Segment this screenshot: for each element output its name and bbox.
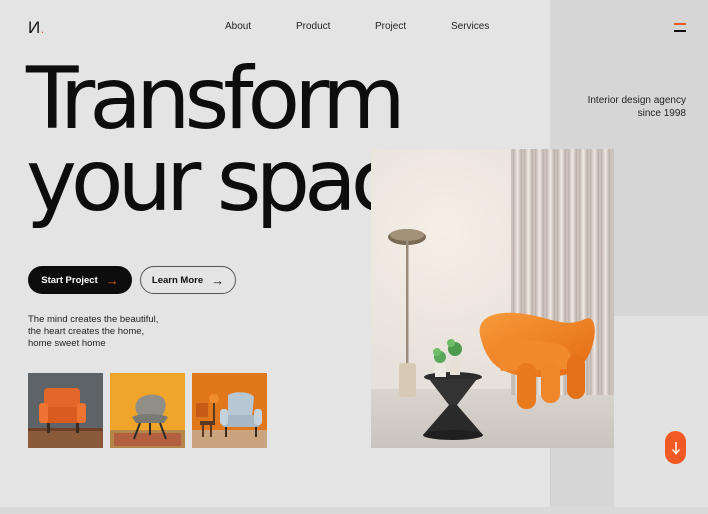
agency-info: Interior design agency since 1998 [526, 94, 686, 120]
learn-more-button[interactable]: Learn More → [140, 266, 236, 294]
featured-interior-image [371, 149, 614, 448]
nav-link-about[interactable]: About [225, 21, 251, 32]
bottom-strip [0, 507, 708, 514]
nav-link-project[interactable]: Project [375, 21, 406, 32]
thumbnail-blue-armchair[interactable] [192, 373, 267, 448]
hamburger-menu-icon[interactable] [674, 23, 686, 32]
agency-line-2: since 1998 [637, 108, 686, 119]
brand-logo[interactable]: И. [28, 18, 44, 38]
start-project-button[interactable]: Start Project → [28, 266, 132, 294]
nav-link-product[interactable]: Product [296, 21, 330, 32]
menu-line-bottom [674, 30, 686, 32]
scroll-down-button[interactable] [665, 431, 686, 464]
right-panel-lower-background [614, 316, 708, 514]
nav-link-services[interactable]: Services [451, 21, 489, 32]
learn-more-label: Learn More [151, 274, 204, 286]
hero-title-line-1: Transform [26, 49, 406, 149]
thumbnail-orange-armchair[interactable] [28, 373, 103, 448]
logo-letter: И [28, 18, 40, 37]
arrow-right-icon: → [105, 272, 119, 288]
arrow-right-icon: → [211, 272, 225, 288]
agency-line-1: Interior design agency [587, 95, 686, 106]
thumbnail-grey-lounge-chair[interactable] [110, 373, 185, 448]
menu-line-top [674, 23, 686, 25]
start-project-label: Start Project [41, 274, 98, 286]
hero-tagline: The mind creates the beautiful, the hear… [28, 314, 159, 349]
arrow-down-icon [671, 441, 680, 455]
logo-dot: . [40, 22, 44, 36]
